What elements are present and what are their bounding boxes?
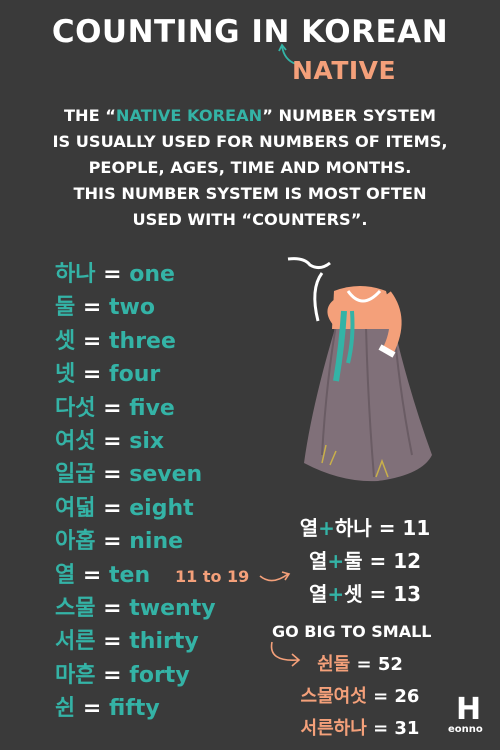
equals-sign: = (82, 328, 102, 354)
equals-sign: = (82, 696, 102, 722)
big-small-korean: 스물여섯 (300, 686, 367, 707)
combo-row: 열+셋 = 13 (290, 578, 440, 607)
korean-number: 여섯 (55, 428, 96, 454)
number-row: 아홉 = nine (55, 525, 216, 558)
korean-number: 여덟 (55, 495, 96, 521)
equals-sign: = (103, 595, 122, 621)
go-big-heading: GO BIG TO SMALL (272, 622, 432, 641)
arrow-right-icon (259, 571, 291, 582)
intro-line-1-pre: THE “ (63, 106, 116, 125)
combo-result: = 13 (369, 582, 422, 606)
number-row: 여섯 = six (55, 425, 216, 458)
english-number: seven (129, 462, 203, 488)
korean-number: 다섯 (55, 395, 96, 421)
english-number: fifty (109, 696, 160, 722)
equals-sign: = (103, 462, 122, 488)
korean-number: 아홉 (55, 529, 96, 555)
equals-sign: = (103, 662, 122, 688)
english-number: eight (129, 495, 194, 521)
page-title: COUNTING IN KOREAN (51, 14, 449, 50)
english-number: six (129, 428, 165, 454)
number-row: 다섯 = five (55, 392, 216, 425)
big-small-result: = 31 (373, 718, 420, 739)
big-small-korean: 쉰둘 (317, 654, 351, 675)
number-list: 하나 = one 둘 = two 셋 = three 넷 = four 다섯 =… (55, 258, 216, 725)
equals-sign: = (103, 395, 122, 421)
korean-number: 셋 (55, 328, 76, 354)
native-tag: NATIVE (292, 56, 397, 85)
intro-line-3: PEOPLE, AGES, TIME AND MONTHS. (88, 158, 412, 177)
intro-line-5: USED WITH “COUNTERS”. (132, 210, 368, 229)
intro-line-4: THIS NUMBER SYSTEM IS MOST OFTEN (73, 184, 427, 203)
combo-ten: 열 (308, 549, 328, 573)
equals-sign: = (82, 362, 102, 388)
equals-sign: = (82, 562, 102, 588)
combo-result: = 12 (369, 549, 422, 573)
combo-ten: 열 (308, 582, 328, 606)
korean-number: 마흔 (55, 662, 96, 688)
equals-sign: = (103, 629, 122, 655)
korean-number: 둘 (55, 295, 76, 321)
english-number: one (129, 262, 175, 287)
intro-text: THE “NATIVE KOREAN” NUMBER SYSTEM IS USU… (0, 103, 500, 233)
korean-number: 하나 (55, 262, 96, 287)
combo-row: 열+둘 = 12 (290, 545, 440, 574)
english-number: twenty (129, 595, 216, 621)
combo-unit: 둘 (344, 549, 363, 573)
combo-unit: 하나 (334, 516, 372, 540)
big-small-row: 서른하나 = 31 (270, 714, 450, 740)
korean-number: 서른 (55, 629, 96, 655)
intro-line-1: THE “NATIVE KOREAN” NUMBER SYSTEM (0, 103, 500, 129)
number-row: 쉰 = fifty (55, 692, 216, 725)
korean-number: 넷 (55, 362, 76, 388)
korean-number: 쉰 (55, 696, 76, 722)
heonno-logo: H eonno (448, 692, 490, 740)
logo-text: eonno (448, 724, 483, 735)
number-row: 서른 = thirty (55, 625, 216, 658)
combo-row: 열+하나 = 11 (290, 512, 440, 541)
english-number: three (109, 328, 176, 354)
big-small-row: 쉰둘 = 52 (270, 650, 450, 676)
logo-letter: H (456, 692, 482, 727)
plus-sign: + (318, 516, 335, 540)
number-row: 스물 = twenty (55, 592, 216, 625)
number-row: 여덟 = eight (55, 492, 216, 525)
intro-line-2: IS USUALLY USED FOR NUMBERS OF ITEMS, (52, 132, 448, 151)
equals-sign: = (103, 529, 122, 555)
combo-unit: 셋 (344, 582, 363, 606)
big-small-result: = 26 (373, 686, 420, 707)
number-row: 일곱 = seven (55, 458, 216, 491)
number-row: 하나 = one (55, 258, 216, 291)
korean-number: 일곱 (55, 462, 96, 488)
range-note: 11 to 19 (175, 567, 250, 586)
number-row: 마흔 = forty (55, 659, 216, 692)
combo-result: = 11 (378, 516, 431, 540)
big-small-korean: 서른하나 (300, 718, 367, 739)
english-number: forty (129, 662, 190, 688)
english-number: two (109, 295, 155, 321)
equals-sign: = (103, 428, 122, 454)
number-row: 넷 = four (55, 358, 216, 391)
hanbok-illustration (287, 257, 432, 482)
english-number: nine (129, 529, 184, 555)
combo-ten: 열 (299, 516, 319, 540)
big-small-result: = 52 (356, 654, 403, 675)
korean-number: 열 (55, 562, 76, 588)
big-small-row: 스물여섯 = 26 (270, 682, 450, 708)
equals-sign: = (82, 295, 102, 321)
intro-highlight: NATIVE KOREAN (115, 106, 263, 125)
plus-sign: + (327, 582, 345, 606)
english-number: ten (109, 562, 151, 588)
equals-sign: = (103, 495, 122, 521)
equals-sign: = (103, 262, 122, 287)
english-number: four (109, 362, 161, 388)
intro-line-1-post: ” NUMBER SYSTEM (262, 106, 437, 125)
number-row: 둘 = two (55, 291, 216, 324)
number-row: 셋 = three (55, 325, 216, 358)
korean-number: 스물 (55, 595, 96, 621)
english-number: thirty (129, 629, 199, 655)
plus-sign: + (327, 549, 345, 573)
english-number: five (129, 395, 175, 421)
